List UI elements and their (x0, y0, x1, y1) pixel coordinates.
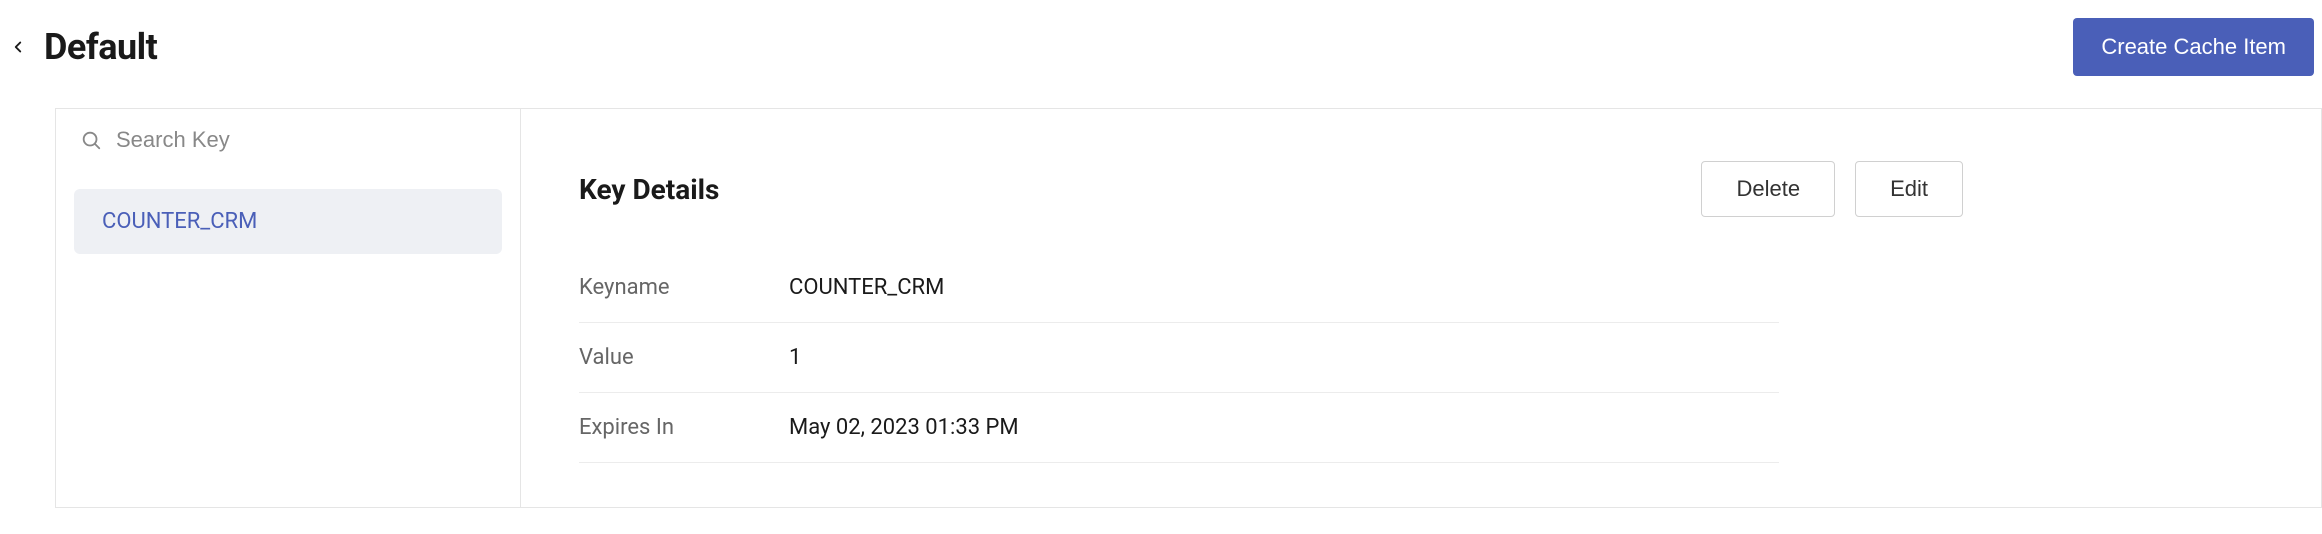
search-input[interactable] (116, 127, 496, 153)
key-list-item[interactable]: COUNTER_CRM (74, 189, 502, 254)
field-row-value: Value 1 (579, 323, 1779, 393)
field-value-value: 1 (789, 345, 801, 370)
key-list: COUNTER_CRM (56, 171, 520, 272)
back-icon[interactable] (8, 37, 28, 57)
field-label-keyname: Keyname (579, 275, 789, 300)
search-wrap (56, 109, 520, 171)
page-title: Default (44, 26, 157, 68)
header-left: Default (8, 26, 157, 68)
detail-header: Key Details Delete Edit (579, 161, 2263, 217)
field-row-keyname: Keyname COUNTER_CRM (579, 253, 1779, 323)
detail-title: Key Details (579, 173, 719, 206)
field-label-expires: Expires In (579, 415, 789, 440)
search-icon (80, 129, 102, 151)
edit-button[interactable]: Edit (1855, 161, 1963, 217)
main-panel: COUNTER_CRM Key Details Delete Edit Keyn… (55, 108, 2322, 508)
field-label-value: Value (579, 345, 789, 370)
create-cache-item-button[interactable]: Create Cache Item (2073, 18, 2314, 76)
page-header: Default Create Cache Item (0, 0, 2322, 108)
field-value-keyname: COUNTER_CRM (789, 275, 944, 300)
delete-button[interactable]: Delete (1701, 161, 1835, 217)
detail-pane: Key Details Delete Edit Keyname COUNTER_… (521, 109, 2321, 507)
sidebar: COUNTER_CRM (56, 109, 521, 507)
field-value-expires: May 02, 2023 01:33 PM (789, 415, 1019, 440)
field-row-expires: Expires In May 02, 2023 01:33 PM (579, 393, 1779, 463)
detail-actions: Delete Edit (1701, 161, 1963, 217)
